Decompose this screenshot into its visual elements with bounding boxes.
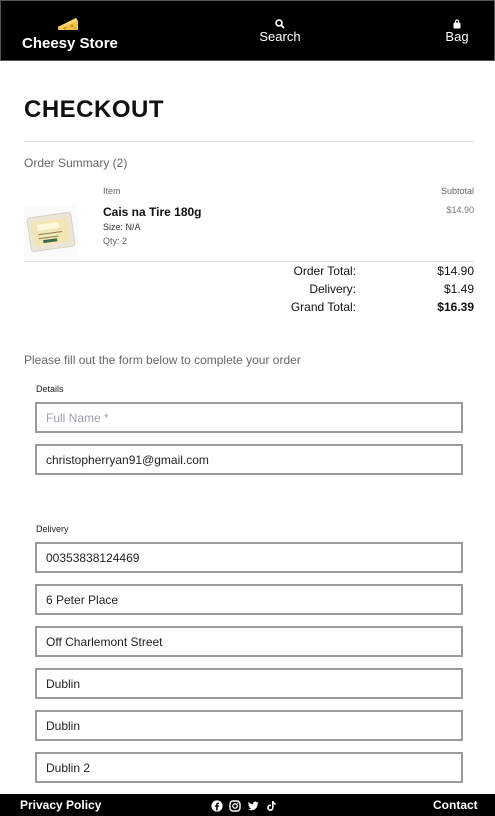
nav-bag[interactable]: Bag	[441, 17, 473, 44]
town-input[interactable]	[35, 668, 463, 699]
product-quantity: Qty: 2	[103, 236, 128, 246]
cheese-icon	[56, 15, 80, 33]
tiktok-icon[interactable]	[265, 799, 277, 811]
brand-name: Cheesy Store	[22, 35, 118, 52]
details-label: Details	[36, 384, 64, 394]
title-divider	[24, 141, 474, 142]
search-icon	[275, 17, 285, 29]
column-header-item: Item	[103, 186, 121, 196]
social-links	[211, 799, 277, 812]
contact-link[interactable]: Contact	[433, 798, 478, 812]
product-image	[24, 205, 78, 257]
shopping-bag-icon	[452, 17, 462, 29]
brand-logo[interactable]: Cheesy Store	[22, 13, 132, 57]
nav-search[interactable]: Search	[257, 17, 303, 44]
phone-input[interactable]	[35, 542, 463, 573]
product-name[interactable]: Cais na Tire 180g	[103, 205, 202, 219]
product-size: Size: N/A	[103, 222, 141, 232]
order-total-label: Order Total:	[293, 264, 356, 278]
order-total-value: $14.90	[437, 264, 474, 278]
nav-search-label: Search	[259, 29, 301, 44]
grand-total-label: Grand Total:	[290, 300, 356, 314]
grand-total-value: $16.39	[437, 300, 474, 314]
street-address2-input[interactable]	[35, 626, 463, 657]
site-footer: Privacy Policy Contact	[0, 794, 495, 816]
delivery-section-label: Delivery	[36, 524, 69, 534]
email-input[interactable]	[35, 444, 463, 475]
county-input[interactable]	[35, 710, 463, 741]
nav-bag-label: Bag	[445, 29, 469, 44]
delivery-label: Delivery:	[309, 282, 356, 296]
column-header-subtotal: Subtotal	[440, 186, 474, 196]
full-name-input[interactable]	[35, 402, 463, 433]
facebook-icon[interactable]	[211, 799, 223, 812]
site-header: Cheesy Store Search Bag	[0, 0, 495, 61]
summary-divider	[24, 261, 474, 262]
page-title: CHECKOUT	[24, 96, 164, 123]
instagram-icon[interactable]	[229, 799, 241, 812]
order-summary-heading: Order Summary (2)	[24, 156, 128, 170]
delivery-value: $1.49	[443, 282, 474, 296]
product-subtotal: $14.90	[446, 205, 474, 215]
twitter-icon[interactable]	[247, 799, 259, 811]
privacy-policy-link[interactable]: Privacy Policy	[20, 798, 101, 812]
street-address1-input[interactable]	[35, 584, 463, 615]
form-intro-text: Please fill out the form below to comple…	[24, 353, 301, 367]
postcode-input[interactable]	[35, 752, 463, 783]
